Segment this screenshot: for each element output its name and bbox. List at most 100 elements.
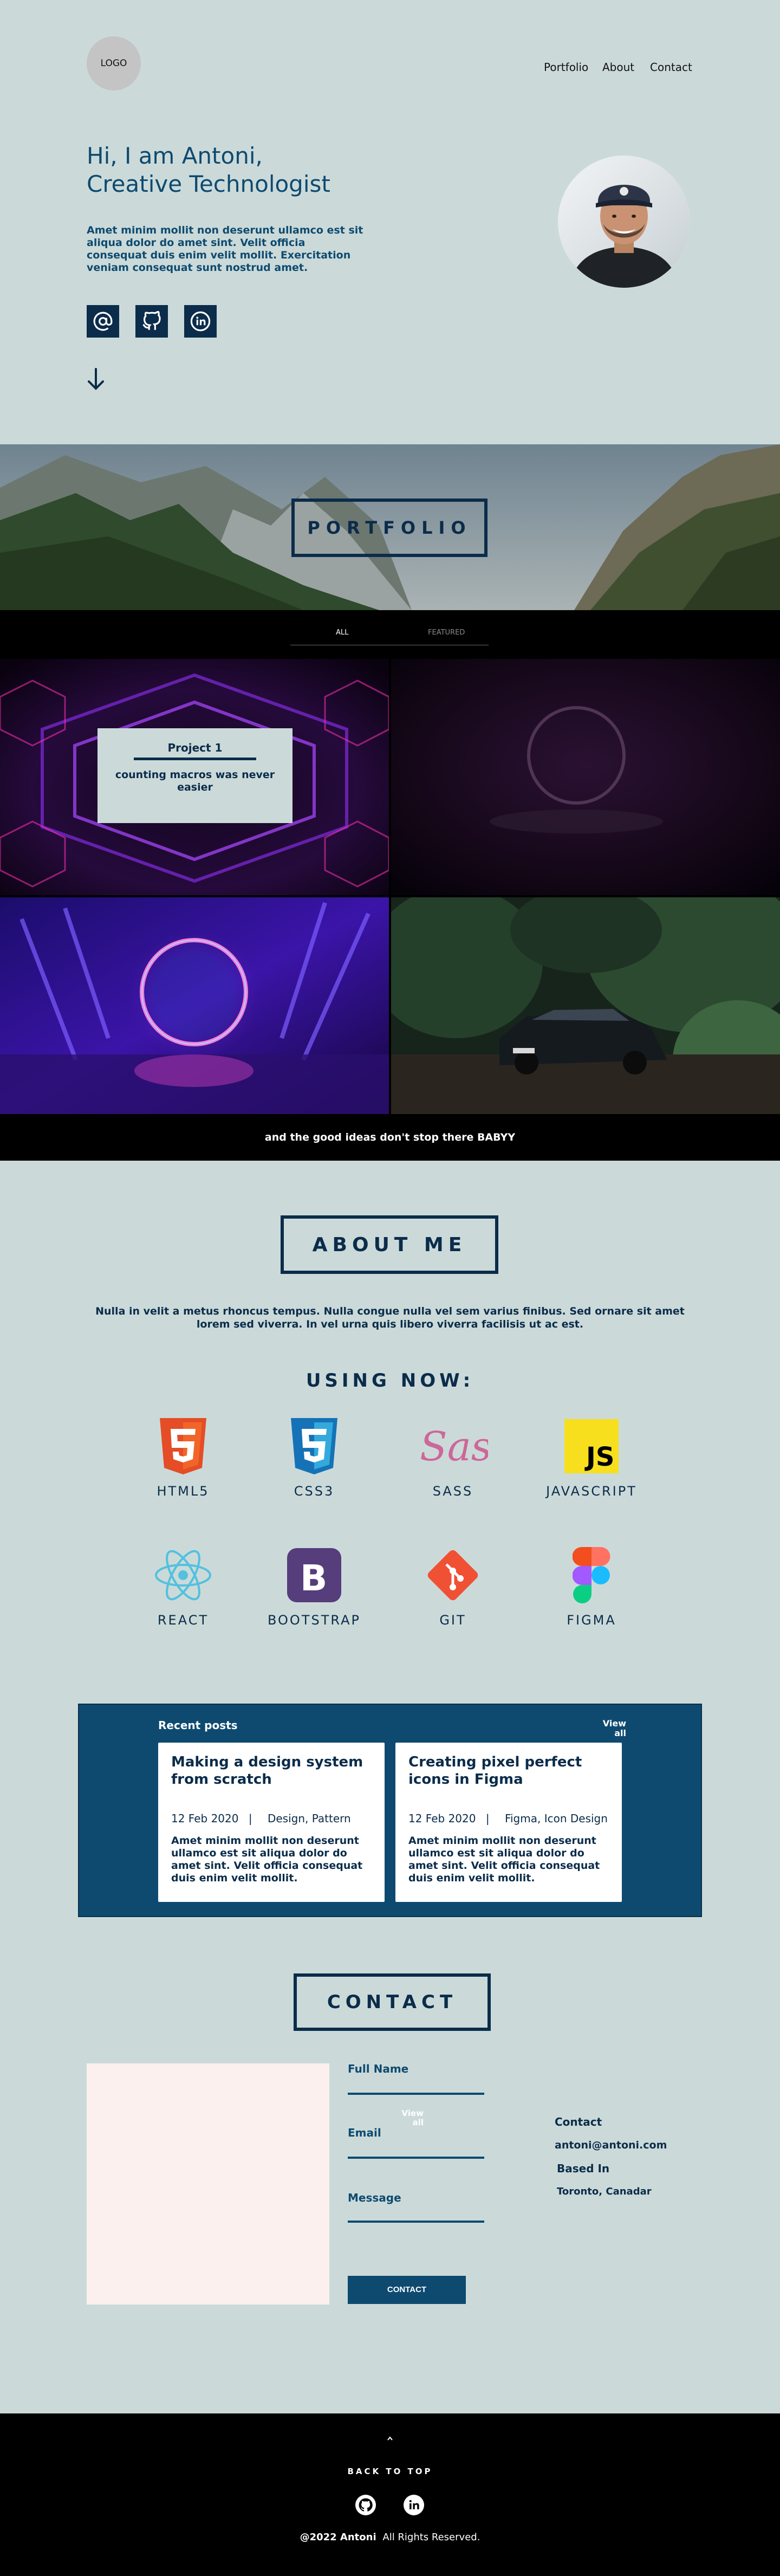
at-sign-icon: [93, 312, 113, 331]
project-card-divider: [134, 758, 256, 760]
tool-sass: Sass SASS: [388, 1416, 518, 1499]
full-name-field[interactable]: [348, 2093, 484, 2095]
hero-description: Amet minim mollit non deserunt ullamco e…: [87, 224, 363, 274]
tool-css3: CSS3: [249, 1416, 379, 1499]
logo-text: LOGO: [100, 58, 127, 69]
post-meta: 12 Feb 2020 | Design, Pattern: [171, 1812, 351, 1825]
email-link[interactable]: [87, 305, 119, 338]
portfolio-filter-bar: ALL FEATURED: [0, 610, 780, 659]
linkedin-icon: [404, 2495, 424, 2515]
project-card-title: Project 1: [167, 741, 223, 754]
view-all-link[interactable]: View all: [599, 1719, 626, 1738]
post-body: Amet minim mollit non deserunt ullamco e…: [408, 1835, 600, 1884]
based-in-label: Based In: [557, 2162, 610, 2175]
footer: BACK TO TOP @2022 Antoni All Rights Rese…: [0, 2413, 780, 2576]
back-to-top-link[interactable]: BACK TO TOP: [0, 2467, 780, 2476]
full-name-label: Full Name: [348, 2062, 409, 2075]
nav-link-about[interactable]: About: [602, 61, 634, 74]
github-link[interactable]: [135, 305, 168, 338]
javascript-icon: JS: [564, 1419, 619, 1473]
post-title: Creating pixel perfect icons in Figma: [408, 1754, 582, 1788]
location-text: Toronto, Canadar: [557, 2186, 652, 2197]
contact-info-email[interactable]: antoni@antoni.com: [555, 2139, 667, 2151]
email-field[interactable]: [348, 2157, 484, 2159]
tool-label: REACT: [157, 1613, 209, 1628]
post-title: Making a design system from scratch: [171, 1754, 363, 1788]
tool-label: SASS: [432, 1484, 473, 1499]
portfolio-title: PORTFOLIO: [291, 499, 487, 557]
tool-label: JAVASCRIPT: [546, 1484, 637, 1499]
linkedin-link[interactable]: [184, 305, 217, 338]
footer-github-link[interactable]: [355, 2495, 376, 2517]
svg-text:JS: JS: [584, 1442, 614, 1472]
sass-icon: Sass: [420, 1423, 488, 1470]
git-icon: [427, 1550, 478, 1601]
about-title-text: ABOUT ME: [312, 1233, 467, 1256]
recent-posts-heading: Recent posts: [158, 1719, 238, 1732]
bootstrap-icon: B: [287, 1548, 341, 1602]
portfolio-title-text: PORTFOLIO: [307, 517, 472, 538]
using-now-heading: USING NOW:: [306, 1370, 474, 1391]
html5-icon: [160, 1418, 206, 1474]
github-icon: [355, 2495, 376, 2515]
css3-icon: [291, 1418, 337, 1474]
copyright-rights: All Rights Reserved.: [382, 2532, 480, 2543]
chevron-up-icon[interactable]: [386, 2435, 394, 2443]
footer-linkedin-link[interactable]: [404, 2495, 424, 2517]
recent-posts-section: Recent posts View all Making a design sy…: [78, 1704, 702, 1917]
tool-label: FIGMA: [567, 1613, 616, 1628]
tool-figma: FIGMA: [526, 1545, 656, 1628]
post-meta-divider: |: [485, 1812, 490, 1825]
tool-label: BOOTSTRAP: [268, 1613, 361, 1628]
github-icon: [142, 311, 161, 330]
svg-text:B: B: [300, 1557, 327, 1599]
nav-link-portfolio[interactable]: Portfolio: [544, 61, 588, 74]
email-label: Email: [348, 2126, 381, 2139]
about-title: ABOUT ME: [281, 1215, 498, 1274]
portfolio-banner: PORTFOLIO: [0, 444, 780, 610]
tool-label: HTML5: [157, 1484, 210, 1499]
tool-react: REACT: [118, 1545, 248, 1628]
copyright-text: @2022 Antoni All Rights Reserved.: [0, 2532, 780, 2543]
post-date: 12 Feb 2020: [408, 1812, 476, 1825]
project-tile-3[interactable]: [0, 897, 389, 1114]
post-meta-divider: |: [248, 1812, 252, 1825]
arrow-down-icon[interactable]: [86, 367, 106, 391]
tool-bootstrap: B BOOTSTRAP: [249, 1545, 379, 1628]
post-tags: Design, Pattern: [267, 1812, 351, 1825]
hero-section: LOGO Portfolio About Contact Hi, I am An…: [0, 0, 780, 444]
profile-photo: [558, 156, 690, 288]
nav-link-contact[interactable]: Contact: [650, 61, 692, 74]
post-tags: Figma, Icon Design: [504, 1812, 608, 1825]
portfolio-grid: Project 1 counting macros was never easi…: [0, 659, 780, 1114]
tool-git: GIT: [388, 1545, 518, 1628]
contact-title: CONTACT: [294, 1973, 491, 2031]
post-card[interactable]: Making a design system from scratch 12 F…: [158, 1743, 385, 1902]
post-date: 12 Feb 2020: [171, 1812, 239, 1825]
post-meta: 12 Feb 2020 | Figma, Icon Design: [408, 1812, 608, 1825]
message-field[interactable]: [348, 2221, 484, 2223]
copyright-owner: @2022 Antoni: [300, 2532, 376, 2543]
hero-title-line1: Hi, I am Antoni,: [87, 143, 263, 169]
contact-info-heading: Contact: [555, 2115, 602, 2128]
tab-featured[interactable]: FEATURED: [428, 629, 465, 637]
contact-image-placeholder: [87, 2063, 329, 2305]
tool-label: CSS3: [294, 1484, 335, 1499]
project-card[interactable]: Project 1 counting macros was never easi…: [98, 728, 292, 823]
contact-title-text: CONTACT: [327, 1991, 458, 2013]
hero-title-line2: Creative Technologist: [87, 171, 330, 197]
figma-icon: [573, 1547, 610, 1603]
project-card-subtitle: counting macros was never easier: [115, 769, 275, 793]
tab-all[interactable]: ALL: [336, 629, 348, 637]
project-tile-4[interactable]: [391, 897, 780, 1114]
tool-label: GIT: [439, 1613, 466, 1628]
portfolio-footer-text: and the good ideas don't stop there BABY…: [0, 1114, 780, 1161]
tool-html5: HTML5: [118, 1416, 248, 1499]
project-tile-1[interactable]: Project 1 counting macros was never easi…: [0, 659, 389, 895]
post-card[interactable]: Creating pixel perfect icons in Figma 12…: [395, 1743, 622, 1902]
logo[interactable]: LOGO: [87, 36, 141, 90]
project-tile-2[interactable]: [391, 659, 780, 895]
post-body: Amet minim mollit non deserunt ullamco e…: [171, 1835, 363, 1884]
contact-submit-button[interactable]: CONTACT: [348, 2276, 466, 2304]
tool-javascript: JS JAVASCRIPT: [526, 1416, 656, 1499]
